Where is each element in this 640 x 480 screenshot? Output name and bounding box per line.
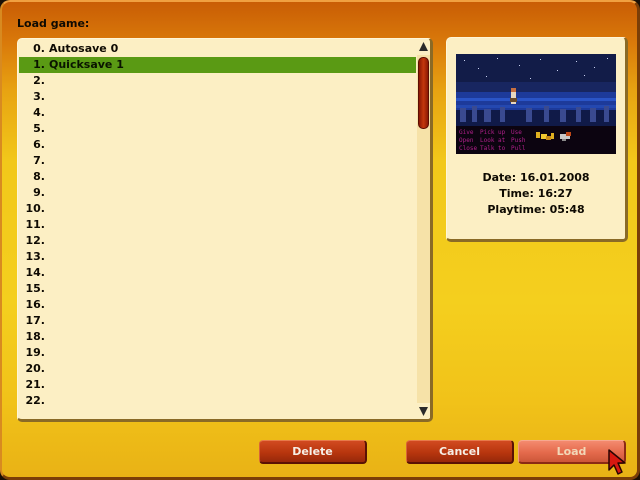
save-time: Time: 16:27 <box>499 187 573 200</box>
triangle-up-icon <box>419 42 428 51</box>
save-slot-row[interactable]: 9. <box>19 185 416 201</box>
save-slot-row[interactable]: 22. <box>19 393 416 409</box>
save-slot-row[interactable]: 18. <box>19 329 416 345</box>
save-slot-number: 8. <box>33 170 45 183</box>
save-slot-row[interactable]: 14. <box>19 265 416 281</box>
scroll-up-button[interactable] <box>417 40 430 54</box>
save-slot-row[interactable]: 0. Autosave 0 <box>19 41 416 57</box>
save-slot-row[interactable]: 19. <box>19 345 416 361</box>
save-slot-number: 17. <box>25 314 46 327</box>
verb-label: Open <box>459 137 474 144</box>
save-slot-number: 18. <box>25 330 46 343</box>
save-slot-number: 4. <box>33 106 45 119</box>
save-date: Date: 16.01.2008 <box>482 171 590 184</box>
save-slot-row[interactable]: 10. <box>19 201 416 217</box>
save-slot-row[interactable]: 12. <box>19 233 416 249</box>
save-slot-name: Quicksave 1 <box>49 58 124 71</box>
save-slot-number: 16. <box>25 298 46 311</box>
scrollbar[interactable] <box>417 40 430 418</box>
save-slot-row[interactable]: 13. <box>19 249 416 265</box>
save-slot-row[interactable]: 7. <box>19 153 416 169</box>
save-slot-number: 21. <box>25 378 46 391</box>
save-slot-number: 6. <box>33 138 45 151</box>
save-slot-number: 14. <box>25 266 46 279</box>
save-slot-number: 1. <box>33 58 45 71</box>
scroll-thumb[interactable] <box>418 57 429 129</box>
verb-label: Pick up <box>480 129 506 136</box>
save-thumbnail: Give Pick up Use Open Look at Push Close… <box>456 54 616 154</box>
verb-label: Push <box>511 137 526 144</box>
save-slot-row[interactable]: 2. <box>19 73 416 89</box>
save-slot-number: 20. <box>25 362 46 375</box>
save-slot-number: 9. <box>33 186 45 199</box>
scroll-track[interactable] <box>417 55 430 403</box>
save-slot-number: 10. <box>25 202 46 215</box>
save-list: 0. Autosave 0 1. Quicksave 1 2. 3. 4. 5. 6. 7. 8. 9… <box>19 41 416 409</box>
verb-label: Look at <box>480 137 506 144</box>
save-slot-row[interactable]: 3. <box>19 89 416 105</box>
save-playtime: Playtime: 05:48 <box>487 203 585 216</box>
save-slot-row[interactable]: 20. <box>19 361 416 377</box>
game-screenshot-image: Give Pick up Use Open Look at Push Close… <box>456 54 616 154</box>
cancel-button[interactable]: Cancel <box>406 440 514 464</box>
save-slot-number: 22. <box>25 394 46 407</box>
save-slot-number: 13. <box>25 250 46 263</box>
save-slot-number: 5. <box>33 122 45 135</box>
verb-label: Pull <box>511 145 526 152</box>
save-slot-row[interactable]: 15. <box>19 281 416 297</box>
save-slot-row[interactable]: 4. <box>19 105 416 121</box>
delete-button[interactable]: Delete <box>259 440 367 464</box>
save-slot-number: 11. <box>25 218 46 231</box>
save-slot-number: 19. <box>25 346 46 359</box>
save-slot-number: 2. <box>33 74 45 87</box>
verb-label: Use <box>511 129 522 136</box>
verb-label: Talk to <box>480 145 506 152</box>
save-slot-number: 15. <box>25 282 46 295</box>
scroll-down-button[interactable] <box>417 404 430 418</box>
triangle-down-icon <box>419 407 428 416</box>
save-list-panel: 0. Autosave 0 1. Quicksave 1 2. 3. 4. 5. 6. 7. 8. 9… <box>17 38 433 422</box>
save-slot-row[interactable]: 1. Quicksave 1 <box>19 57 416 73</box>
save-slot-name: Autosave 0 <box>49 42 119 55</box>
verb-label: Give <box>459 129 474 136</box>
dialog-title: Load game: <box>17 17 90 30</box>
load-game-dialog: Load game: 0. Autosave 0 1. Quicksave 1 2. 3.… <box>0 0 640 480</box>
save-slot-row[interactable]: 21. <box>19 377 416 393</box>
save-preview-panel: Give Pick up Use Open Look at Push Close… <box>446 37 628 242</box>
save-slot-row[interactable]: 17. <box>19 313 416 329</box>
save-slot-number: 12. <box>25 234 46 247</box>
save-slot-number: 0. <box>33 42 45 55</box>
save-slot-number: 7. <box>33 154 45 167</box>
save-slot-row[interactable]: 5. <box>19 121 416 137</box>
save-slot-row[interactable]: 16. <box>19 297 416 313</box>
save-info: Date: 16.01.2008 Time: 16:27 Playtime: 0… <box>447 170 625 218</box>
save-slot-number: 3. <box>33 90 45 103</box>
mouse-pointer-icon <box>607 448 627 476</box>
save-slot-row[interactable]: 8. <box>19 169 416 185</box>
save-slot-row[interactable]: 11. <box>19 217 416 233</box>
verb-label: Close <box>459 145 477 152</box>
save-slot-row[interactable]: 6. <box>19 137 416 153</box>
